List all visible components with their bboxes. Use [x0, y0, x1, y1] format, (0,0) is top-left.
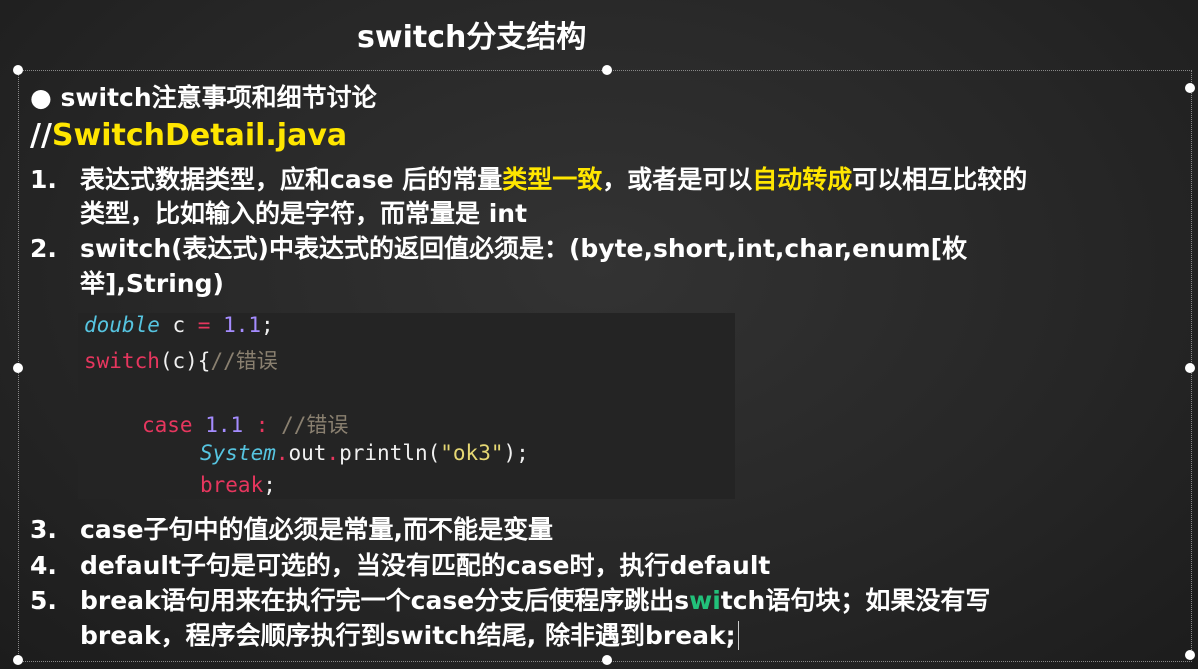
text-cursor: ​ — [737, 621, 739, 650]
code-block: double c = 1.1; switch(c){//错误 case 1.1 … — [78, 313, 735, 499]
item-number: 1. — [30, 165, 57, 194]
comment-prefix: // — [30, 118, 52, 153]
item-1: 1. 表达式数据类型，应和case 后的常量类型一致，或者是可以自动转成可以相互比… — [30, 162, 1027, 197]
text: break，程序会顺序执行到switch结尾, 除非遇到break; — [80, 621, 736, 650]
text: default子句是可选的，当没有匹配的case时，执行default — [80, 551, 771, 580]
text: tch语句块；如果没有写 — [720, 586, 991, 615]
highlight: 类型一致 — [502, 165, 603, 194]
bullet-dot-icon: ● — [30, 83, 52, 112]
text: ，或者是可以 — [602, 165, 753, 194]
resize-handle[interactable] — [1185, 83, 1195, 93]
text: case子句中的值必须是常量,而不能是变量 — [80, 515, 554, 544]
item-5-line2: break，程序会顺序执行到switch结尾, 除非遇到break;​ — [80, 618, 739, 653]
resize-handle[interactable] — [602, 655, 612, 665]
resize-handle[interactable] — [1185, 363, 1195, 373]
item-1-line2: 类型，比如输入的是字符，而常量是 int — [80, 199, 528, 228]
item-number: 3. — [30, 515, 57, 544]
item-4: 4. default子句是可选的，当没有匹配的case时，执行default — [30, 548, 770, 583]
text: break语句用来在执行完一个case分支后使程序跳出s — [80, 586, 690, 615]
file-name-line: //SwitchDetail.java — [30, 118, 347, 153]
item-2: 2. switch(表达式)中表达式的返回值必须是：(byte,short,int… — [30, 231, 967, 266]
item-2-line2: 举],String) — [80, 269, 224, 298]
text: 表达式数据类型，应和case 后的常量 — [80, 165, 503, 194]
text: 可以相互比较的 — [852, 165, 1028, 194]
item-number: 4. — [30, 551, 57, 580]
resize-handle[interactable] — [13, 363, 23, 373]
cursor-highlight: wi — [689, 586, 721, 615]
code-line: break; — [200, 473, 276, 497]
resize-handle[interactable] — [602, 65, 612, 75]
slide-title: switch分支结构 — [357, 20, 587, 55]
bullet-text: switch注意事项和细节讨论 — [60, 83, 377, 112]
file-name: SwitchDetail.java — [51, 118, 348, 153]
resize-handle[interactable] — [13, 65, 23, 75]
resize-handle[interactable] — [1185, 650, 1195, 660]
item-5: 5. break语句用来在执行完一个case分支后使程序跳出switch语句块；如… — [30, 583, 990, 618]
code-line: System.out.println("ok3"); — [200, 441, 529, 465]
slide: switch分支结构 ● switch注意事项和细节讨论 //SwitchDet… — [0, 0, 1198, 669]
resize-handle[interactable] — [13, 655, 23, 665]
code-line: switch(c){//错误 — [84, 349, 278, 373]
bullet-heading: ● switch注意事项和细节讨论 — [30, 80, 377, 115]
item-number: 5. — [30, 586, 57, 615]
item-number: 2. — [30, 234, 57, 263]
item-3: 3. case子句中的值必须是常量,而不能是变量 — [30, 512, 553, 547]
highlight: 自动转成 — [752, 165, 853, 194]
code-line: case 1.1 : //错误 — [142, 413, 349, 437]
text: switch(表达式)中表达式的返回值必须是：(byte,short,int,c… — [80, 234, 968, 263]
code-line: double c = 1.1; — [84, 313, 274, 337]
